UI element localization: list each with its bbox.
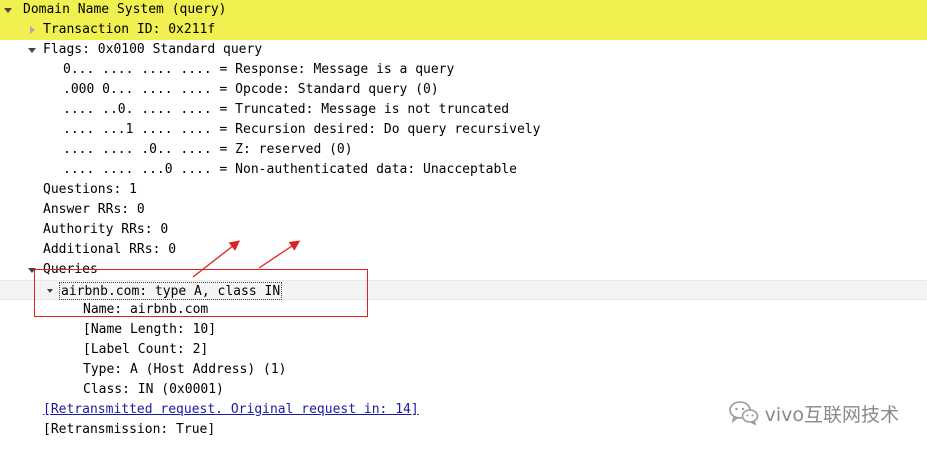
watermark: vivo互联网技术 (728, 398, 899, 428)
additional-rrs-label: Additional RRs: 0 (43, 242, 177, 257)
tree-row-flag-response[interactable]: 0... .... .... .... = Response: Message … (0, 60, 927, 80)
flag-response-label: 0... .... .... .... = Response: Message … (63, 62, 455, 77)
flag-truncated-label: .... ..0. .... .... = Truncated: Message… (63, 102, 510, 117)
answer-rrs-label: Answer RRs: 0 (43, 202, 145, 217)
dns-label: Domain Name System (query) (23, 2, 227, 17)
tree-row-type[interactable]: Type: A (Host Address) (1) (0, 360, 927, 380)
annotation-box (34, 269, 368, 317)
tree-row-flag-recursion[interactable]: .... ...1 .... .... = Recursion desired:… (0, 120, 927, 140)
expand-down-icon[interactable] (2, 0, 14, 20)
wechat-icon (728, 401, 758, 426)
flag-recursion-label: .... ...1 .... .... = Recursion desired:… (63, 122, 541, 137)
retransmitted-request-link[interactable]: [Retransmitted request. Original request… (43, 400, 419, 420)
expand-right-icon[interactable] (26, 20, 38, 40)
tree-row-flag-z[interactable]: .... .... .0.. .... = Z: reserved (0) (0, 140, 927, 160)
authority-rrs-label: Authority RRs: 0 (43, 222, 169, 237)
tree-row-additional-rrs[interactable]: Additional RRs: 0 (0, 240, 927, 260)
tree-row-authority-rrs[interactable]: Authority RRs: 0 (0, 220, 927, 240)
label-count-label: [Label Count: 2] (83, 342, 209, 357)
tree-row-flags[interactable]: Flags: 0x0100 Standard query (0, 40, 927, 60)
tree-row-flag-nonauth[interactable]: .... .... ...0 .... = Non-authenticated … (0, 160, 927, 180)
questions-label: Questions: 1 (43, 182, 137, 197)
flag-opcode-label: .000 0... .... .... = Opcode: Standard q… (63, 82, 439, 97)
tree-row-label-count[interactable]: [Label Count: 2] (0, 340, 927, 360)
type-label: Type: A (Host Address) (1) (83, 362, 287, 377)
tree-row-dns[interactable]: Domain Name System (query) (0, 0, 927, 20)
class-label: Class: IN (0x0001) (83, 382, 224, 397)
tree-row-answer-rrs[interactable]: Answer RRs: 0 (0, 200, 927, 220)
transaction-id-label: Transaction ID: 0x211f (43, 22, 216, 37)
tree-row-flag-truncated[interactable]: .... ..0. .... .... = Truncated: Message… (0, 100, 927, 120)
flag-z-label: .... .... .0.. .... = Z: reserved (0) (63, 142, 353, 157)
flag-nonauth-label: .... .... ...0 .... = Non-authenticated … (63, 162, 517, 177)
tree-row-transaction-id[interactable]: Transaction ID: 0x211f (0, 20, 927, 40)
flags-label: Flags: 0x0100 Standard query (43, 42, 263, 57)
tree-row-class[interactable]: Class: IN (0x0001) (0, 380, 927, 400)
expand-down-icon[interactable] (26, 40, 38, 60)
tree-row-name-length[interactable]: [Name Length: 10] (0, 320, 927, 340)
name-length-label: [Name Length: 10] (83, 322, 217, 337)
tree-row-questions[interactable]: Questions: 1 (0, 180, 927, 200)
tree-row-flag-opcode[interactable]: .000 0... .... .... = Opcode: Standard q… (0, 80, 927, 100)
watermark-text: vivo互联网技术 (764, 403, 899, 426)
retransmission-label: [Retransmission: True] (43, 422, 216, 437)
